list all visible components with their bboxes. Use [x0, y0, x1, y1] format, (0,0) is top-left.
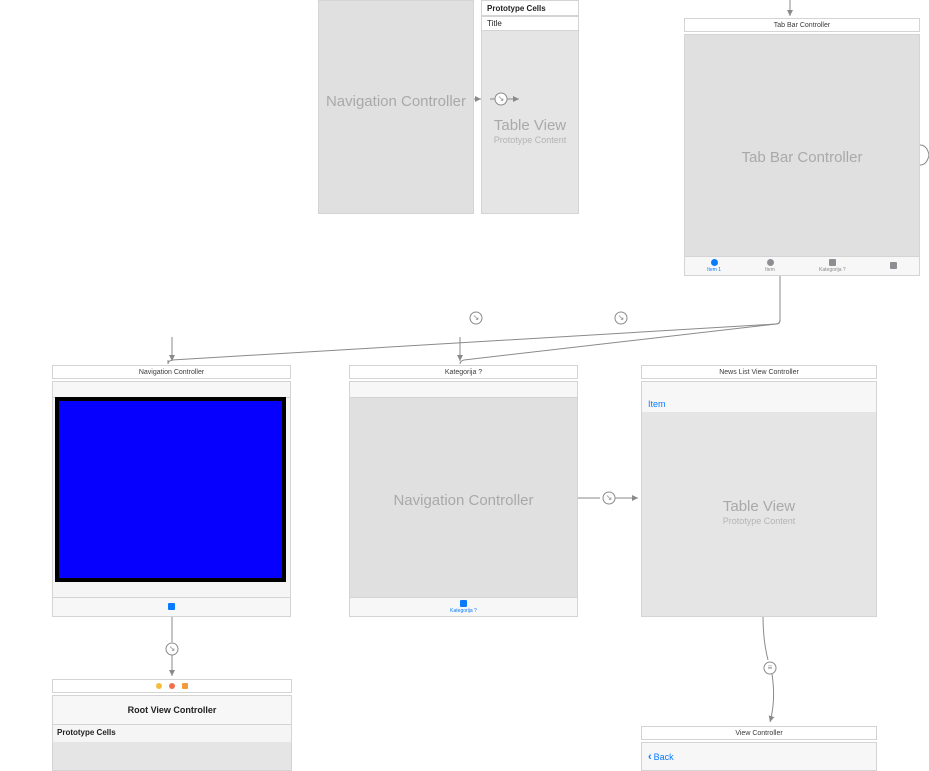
tab-item-1[interactable]: Item	[765, 259, 775, 273]
tab-bar-controller-title: Tab Bar Controller	[684, 18, 920, 32]
news-list-scene[interactable]: Item Table View Prototype Content	[641, 381, 877, 617]
news-list-item-label: Item	[648, 399, 666, 409]
tab-bar-controller-scene[interactable]: Tab Bar Controller Item 1 Item Kategorij…	[684, 34, 920, 276]
news-list-title: News List View Controller	[641, 365, 877, 379]
tab-label-0: Item 1	[707, 267, 721, 273]
kategorija-bottom-label: Kategorija ?	[450, 608, 477, 614]
tab-icon-1	[767, 259, 774, 266]
tab-bar: Item 1 Item Kategorija ?	[685, 256, 919, 275]
tab-icon-3	[890, 262, 897, 269]
table-view-sublabel: Prototype Content	[482, 135, 578, 145]
top-table-view-scene[interactable]: Prototype Cells Title Table View Prototy…	[481, 0, 579, 214]
root-view-scene[interactable]: Root View Controller Prototype Cells	[52, 695, 292, 771]
mid-nav-controller-title: Navigation Controller	[52, 365, 291, 379]
root-view-nav-bar: Root View Controller	[53, 696, 291, 725]
root-view-prototype-cells: Prototype Cells	[57, 728, 116, 737]
root-view-dock	[52, 679, 292, 693]
svg-text:≡: ≡	[768, 663, 773, 672]
mid-nav-bottom-bar	[53, 597, 290, 616]
news-list-tableview-label: Table View	[642, 498, 876, 515]
news-list-tableview-sublabel: Prototype Content	[642, 516, 876, 526]
kategorija-scene[interactable]: Navigation Controller Kategorija ?	[349, 381, 578, 617]
root-view-title: Root View Controller	[128, 705, 217, 715]
tab-item-2[interactable]: Kategorija ?	[819, 259, 846, 273]
svg-text:↘: ↘	[618, 313, 625, 322]
news-list-nav-bar: Item	[642, 382, 876, 413]
tab-icon-2	[829, 259, 836, 266]
title-cell: Title	[482, 16, 578, 31]
dock-icon-orange	[182, 683, 188, 689]
svg-text:↘: ↘	[606, 493, 613, 502]
mid-nav-controller-scene[interactable]	[52, 381, 291, 617]
tab-item-3[interactable]	[890, 262, 897, 270]
back-label-text: Back	[654, 752, 674, 762]
tab-item-0[interactable]: Item 1	[707, 259, 721, 273]
chevron-left-icon: ‹	[648, 751, 652, 763]
kategorija-bottom-icon	[460, 600, 467, 607]
view-controller-title: View Controller	[641, 726, 877, 740]
svg-text:↘: ↘	[473, 313, 480, 322]
kategorija-bottom-bar: Kategorija ?	[350, 597, 577, 616]
table-view-label: Table View	[482, 117, 578, 134]
dock-icon-red	[169, 683, 175, 689]
kategorija-label: Navigation Controller	[350, 492, 577, 509]
prototype-cells-header: Prototype Cells	[482, 1, 578, 16]
dock-icon-yellow	[156, 683, 162, 689]
back-button[interactable]: ‹ Back	[648, 751, 674, 763]
view-controller-scene[interactable]: ‹ Back	[641, 742, 877, 771]
mid-nav-bottom-icon	[168, 603, 175, 610]
mid-nav-nav-bar	[53, 382, 290, 398]
svg-text:↘: ↘	[169, 644, 176, 653]
kategorija-nav-bar	[350, 382, 577, 398]
tab-bar-controller-label: Tab Bar Controller	[685, 149, 919, 166]
dock-icons	[156, 683, 188, 689]
top-nav-controller-scene[interactable]: Navigation Controller	[318, 0, 474, 214]
tab-icon-0	[711, 259, 718, 266]
tab-label-2: Kategorija ?	[819, 267, 846, 273]
blue-content-view[interactable]	[59, 401, 282, 578]
tab-label-1: Item	[765, 267, 775, 273]
nav-controller-label: Navigation Controller	[319, 93, 473, 110]
kategorija-title: Kategorija ?	[349, 365, 578, 379]
